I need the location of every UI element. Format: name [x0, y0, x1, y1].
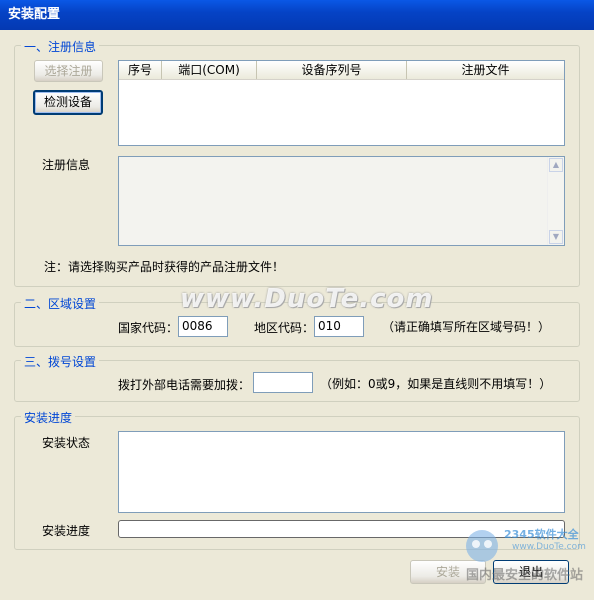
region-legend: 二、区域设置 [21, 295, 100, 312]
progress-legend: 安装进度 [21, 409, 76, 426]
registration-note: 注：请选择购买产品时获得的产品注册文件！ [44, 260, 285, 274]
area-code-input[interactable]: 010 [314, 316, 364, 337]
dial-prefix-label: 拨打外部电话需要加拨： [118, 378, 251, 392]
corner-watermark: 国内最安全的软件站 [466, 568, 584, 583]
window-title: 安装配置 [0, 0, 594, 30]
scroll-up-icon[interactable]: ▲ [549, 158, 563, 172]
column-header-port[interactable]: 端口(COM) [162, 61, 257, 79]
dial-legend: 三、拨号设置 [21, 353, 100, 370]
dial-hint: （例如：0或9，如果是直线则不用填写！） [320, 377, 552, 391]
duote-watermark: www.DuoTe.com [180, 284, 434, 314]
device-list[interactable]: 序号 端口(COM) 设备序列号 注册文件 [118, 60, 565, 146]
column-header-index[interactable]: 序号 [119, 61, 162, 79]
logo-2345-text: 2345软件大全 [504, 528, 579, 541]
install-status-label: 安装状态 [42, 436, 91, 450]
column-header-serial[interactable]: 设备序列号 [257, 61, 407, 79]
detect-device-button[interactable]: 检测设备 [33, 90, 103, 115]
area-code-label: 地区代码： [254, 321, 315, 335]
install-progress-label: 安装进度 [42, 524, 91, 538]
registration-info-scrollbar[interactable]: ▲ ▼ [547, 157, 564, 245]
scroll-down-icon[interactable]: ▼ [549, 230, 563, 244]
logo-url-text: www.DuoTe.com [512, 542, 586, 552]
region-hint: （请正确填写所在区域号码！） [382, 320, 551, 334]
install-status-textarea[interactable] [118, 431, 565, 513]
select-registration-button[interactable]: 选择注册 [34, 60, 103, 82]
install-config-window: 安装配置 一、注册信息 选择注册 检测设备 序号 端口(COM) 设备序列号 注… [0, 0, 594, 600]
registration-legend: 一、注册信息 [21, 38, 100, 55]
column-header-file[interactable]: 注册文件 [407, 61, 564, 79]
device-list-header: 序号 端口(COM) 设备序列号 注册文件 [119, 61, 564, 80]
country-code-input[interactable]: 0086 [178, 316, 228, 337]
country-code-label: 国家代码： [118, 321, 179, 335]
registration-info-textarea[interactable]: ▲ ▼ [118, 156, 565, 246]
registration-info-label: 注册信息 [42, 158, 91, 172]
dial-prefix-input[interactable] [253, 372, 313, 393]
